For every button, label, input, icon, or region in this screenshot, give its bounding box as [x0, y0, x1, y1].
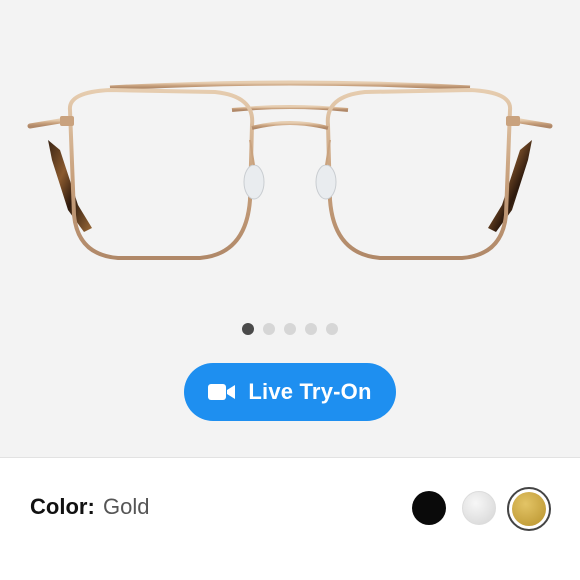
- carousel-dot-1[interactable]: [242, 323, 254, 335]
- color-swatch-gold[interactable]: [512, 492, 546, 526]
- carousel-dot-4[interactable]: [305, 323, 317, 335]
- selected-color-value: Gold: [103, 494, 150, 519]
- carousel-dot-3[interactable]: [284, 323, 296, 335]
- product-page: Live Try-On Color: Gold: [0, 0, 580, 580]
- color-label: Color:: [30, 494, 95, 519]
- color-swatch-silver[interactable]: [462, 491, 496, 525]
- color-swatch-black[interactable]: [412, 491, 446, 525]
- video-camera-icon: [208, 384, 236, 400]
- live-try-on-button[interactable]: Live Try-On: [184, 363, 396, 421]
- image-carousel-dots: [0, 323, 580, 335]
- carousel-dot-5[interactable]: [326, 323, 338, 335]
- carousel-dot-2[interactable]: [263, 323, 275, 335]
- live-try-on-label: Live Try-On: [248, 379, 372, 404]
- product-gallery[interactable]: Live Try-On: [0, 0, 580, 457]
- eyeglasses-image: [27, 80, 553, 260]
